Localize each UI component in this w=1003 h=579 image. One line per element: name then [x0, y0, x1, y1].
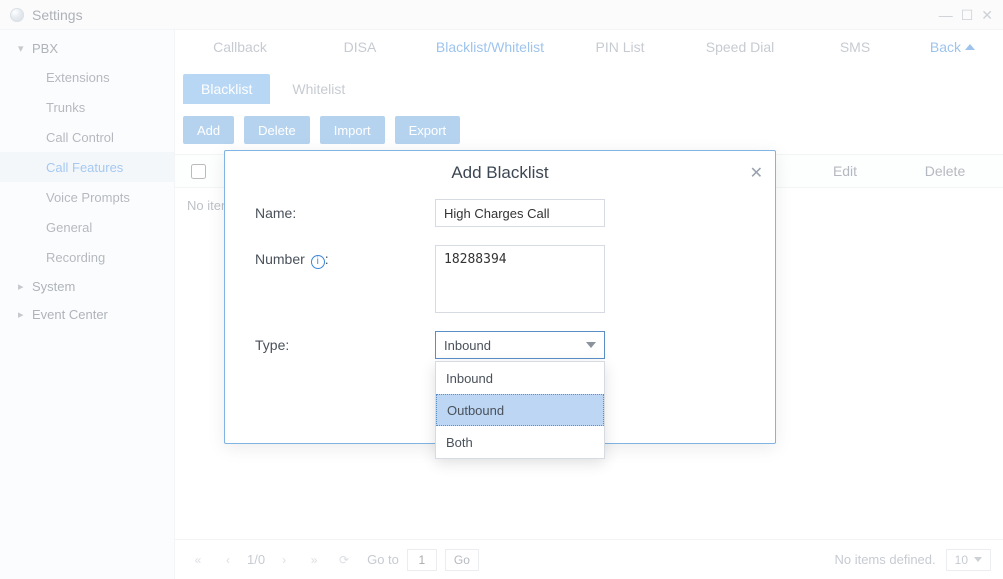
sidebar-group-label: Event Center [32, 307, 108, 322]
import-button[interactable]: Import [320, 116, 385, 144]
maximize-icon[interactable]: ☐ [961, 8, 974, 22]
pager-goto-input[interactable] [407, 549, 437, 571]
subtab-blacklist[interactable]: Blacklist [183, 74, 270, 104]
tab-callback[interactable]: Callback [175, 30, 305, 64]
chevron-down-icon: ▾ [18, 42, 32, 55]
pager-prev-icon[interactable]: ‹ [217, 549, 239, 571]
pager-next-icon[interactable]: › [273, 549, 295, 571]
add-button[interactable]: Add [183, 116, 234, 144]
pager-go-button[interactable]: Go [445, 549, 479, 571]
type-selected-value: Inbound [444, 338, 491, 353]
back-link[interactable]: Back [930, 39, 993, 55]
chevron-right-icon: ▸ [18, 308, 32, 321]
number-input[interactable] [435, 245, 605, 313]
subtab-whitelist[interactable]: Whitelist [274, 74, 363, 104]
sidebar-group-pbx[interactable]: ▾ PBX [0, 34, 174, 62]
page-size-select[interactable]: 10 [946, 549, 991, 571]
type-option-inbound[interactable]: Inbound [436, 362, 604, 394]
chevron-down-icon [974, 557, 982, 562]
titlebar: Settings — ☐ ✕ [0, 0, 1003, 30]
sidebar-item-general[interactable]: General [0, 212, 174, 242]
top-tabs: Callback DISA Blacklist/Whitelist PIN Li… [175, 30, 1003, 64]
type-option-both[interactable]: Both [436, 426, 604, 458]
pager-status: No items defined. [834, 552, 935, 567]
delete-button[interactable]: Delete [244, 116, 310, 144]
type-dropdown: Inbound Outbound Both [435, 361, 605, 459]
sidebar-item-call-control[interactable]: Call Control [0, 122, 174, 152]
chevron-down-icon [586, 342, 596, 348]
sidebar-group-event-center[interactable]: ▸ Event Center [0, 300, 174, 328]
sidebar: ▾ PBX Extensions Trunks Call Control Cal… [0, 30, 175, 579]
toolbar: Add Delete Import Export [175, 104, 1003, 154]
pager-refresh-icon[interactable]: ⟳ [333, 549, 355, 571]
pager-info: 1/0 [247, 552, 265, 567]
back-label: Back [930, 39, 961, 55]
sidebar-item-call-features[interactable]: Call Features [0, 152, 174, 182]
caret-up-icon [965, 44, 975, 50]
sub-tabs: Blacklist Whitelist [175, 64, 1003, 104]
name-label: Name: [255, 199, 435, 221]
close-window-icon[interactable]: ✕ [981, 8, 993, 22]
sidebar-group-label: System [32, 279, 75, 294]
name-input[interactable] [435, 199, 605, 227]
tab-sms[interactable]: SMS [805, 30, 905, 64]
app-icon [10, 8, 24, 22]
type-option-outbound[interactable]: Outbound [436, 394, 604, 426]
pager: « ‹ 1/0 › » ⟳ Go to Go No items defined.… [175, 539, 1003, 579]
tab-blacklist-whitelist[interactable]: Blacklist/Whitelist [415, 30, 565, 64]
sidebar-group-system[interactable]: ▸ System [0, 272, 174, 300]
type-label: Type: [255, 331, 435, 353]
export-button[interactable]: Export [395, 116, 461, 144]
close-icon[interactable]: ✕ [750, 163, 763, 183]
number-label: Number i: [255, 245, 435, 269]
sidebar-item-extensions[interactable]: Extensions [0, 62, 174, 92]
page-size-value: 10 [955, 553, 968, 567]
chevron-right-icon: ▸ [18, 280, 32, 293]
pager-goto-label: Go to [367, 552, 399, 567]
info-icon[interactable]: i [311, 255, 325, 269]
add-blacklist-modal: Add Blacklist ✕ Name: Number i: Type: In… [224, 150, 776, 444]
select-all-checkbox[interactable] [191, 164, 206, 179]
sidebar-item-trunks[interactable]: Trunks [0, 92, 174, 122]
tab-speed-dial[interactable]: Speed Dial [675, 30, 805, 64]
pager-first-icon[interactable]: « [187, 549, 209, 571]
minimize-icon[interactable]: — [939, 8, 953, 22]
sidebar-item-voice-prompts[interactable]: Voice Prompts [0, 182, 174, 212]
column-delete: Delete [895, 163, 995, 179]
modal-title: Add Blacklist [451, 163, 548, 183]
sidebar-item-recording[interactable]: Recording [0, 242, 174, 272]
column-edit: Edit [795, 163, 895, 179]
tab-disa[interactable]: DISA [305, 30, 415, 64]
pager-last-icon[interactable]: » [303, 549, 325, 571]
type-select[interactable]: Inbound [435, 331, 605, 359]
sidebar-group-label: PBX [32, 41, 58, 56]
window-title: Settings [32, 7, 83, 23]
tab-pin-list[interactable]: PIN List [565, 30, 675, 64]
